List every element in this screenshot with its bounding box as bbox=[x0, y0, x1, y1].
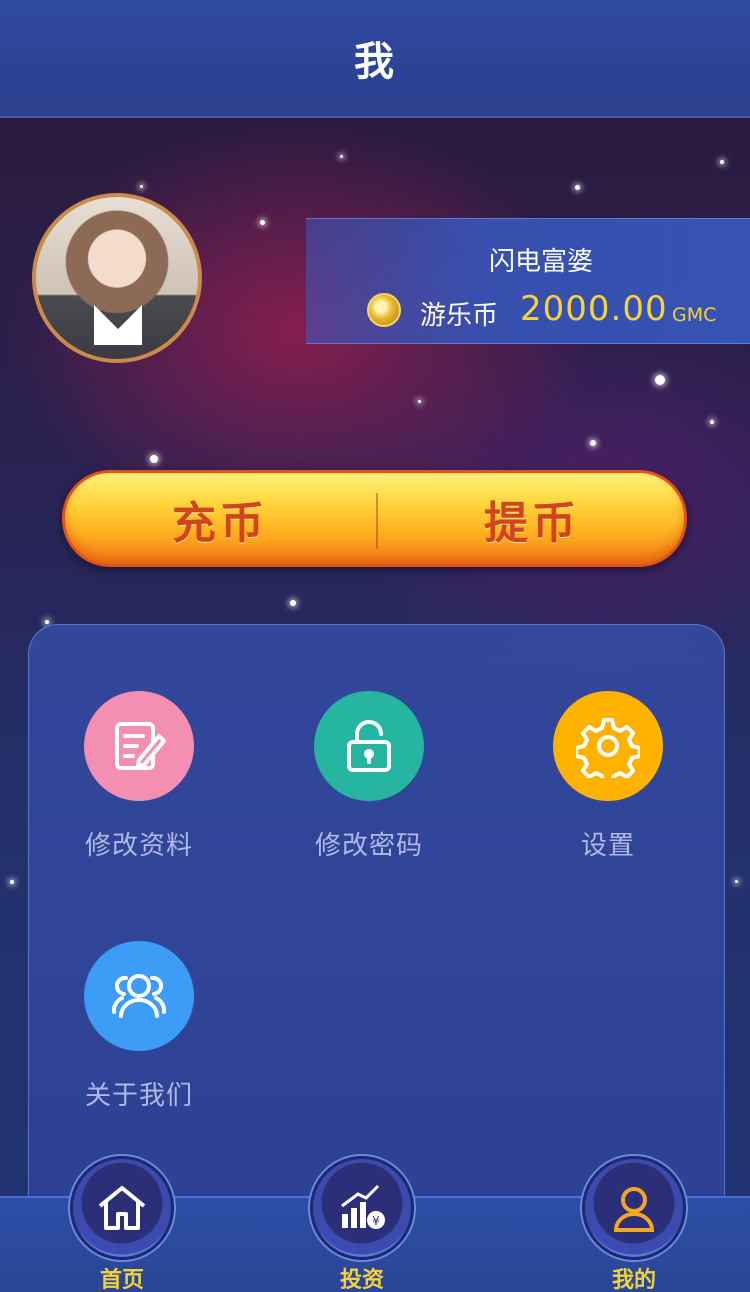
nav-invest[interactable]: ¥ 投资 bbox=[302, 1156, 422, 1292]
edit-document-icon bbox=[84, 691, 194, 801]
menu-label: 设置 bbox=[580, 831, 635, 861]
coin-icon bbox=[367, 293, 401, 327]
menu-label: 修改资料 bbox=[84, 831, 193, 861]
user-info-panel: 闪电富婆 游乐币 2000.00 GMC bbox=[306, 218, 750, 344]
menu-item-edit-profile[interactable]: 修改资料 bbox=[29, 691, 249, 862]
lock-icon bbox=[314, 691, 424, 801]
gear-icon bbox=[553, 691, 663, 801]
coin-label: 游乐币 bbox=[420, 301, 499, 331]
home-icon bbox=[70, 1156, 174, 1260]
app-header: 我 bbox=[0, 0, 750, 118]
menu-item-settings[interactable]: 设置 bbox=[498, 691, 718, 862]
nav-label: 投资 bbox=[339, 1268, 384, 1292]
menu-item-change-password[interactable]: 修改密码 bbox=[259, 691, 479, 862]
withdraw-button[interactable]: 提币 bbox=[377, 473, 687, 564]
nav-home[interactable]: 首页 bbox=[62, 1156, 182, 1292]
nav-mine[interactable]: 我的 bbox=[574, 1156, 694, 1292]
wallet-actions: 充币 提币 bbox=[62, 470, 687, 567]
avatar-collar bbox=[94, 305, 142, 345]
user-icon bbox=[582, 1156, 686, 1260]
avatar[interactable] bbox=[32, 193, 202, 363]
nav-label: 首页 bbox=[99, 1268, 144, 1292]
menu-label: 关于我们 bbox=[84, 1081, 193, 1111]
bottom-nav: 首页 ¥ 投资 我的 bbox=[0, 1156, 750, 1292]
menu-item-about-us[interactable]: 关于我们 bbox=[29, 941, 249, 1112]
svg-text:¥: ¥ bbox=[372, 1214, 380, 1228]
users-icon bbox=[84, 941, 194, 1051]
page-title: 我 bbox=[354, 39, 396, 85]
coin-balance: 2000.00 bbox=[520, 289, 668, 329]
coin-unit: GMC bbox=[672, 304, 717, 326]
recharge-button[interactable]: 充币 bbox=[65, 473, 375, 564]
investment-chart-icon: ¥ bbox=[310, 1156, 414, 1260]
nav-label: 我的 bbox=[611, 1268, 656, 1292]
user-name: 闪电富婆 bbox=[488, 247, 593, 277]
menu-card: 修改资料 修改密码 设置 关于我们 bbox=[28, 624, 725, 1224]
menu-label: 修改密码 bbox=[314, 831, 423, 861]
